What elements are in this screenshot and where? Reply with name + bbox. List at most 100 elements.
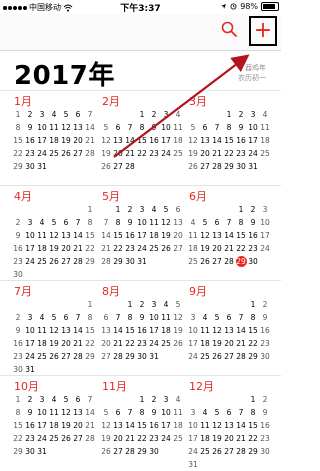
day-cell[interactable]: 18 — [199, 432, 211, 445]
day-cell[interactable]: 18 — [36, 242, 48, 255]
month-3[interactable]: 3月 1 2 3 4 5 6 7 8 9 10 11 12 13 14 15 16 17 18 19 20 21 22 23 2… — [187, 93, 272, 173]
day-cell[interactable]: 30 — [259, 350, 271, 363]
day-cell[interactable]: 6 — [100, 311, 112, 324]
day-cell[interactable]: 9 — [235, 121, 247, 134]
day-cell[interactable]: 21 — [223, 242, 235, 255]
day-cell[interactable]: 15 — [247, 324, 259, 337]
day-cell[interactable]: 28 — [223, 255, 235, 268]
day-cell[interactable]: 4 — [48, 108, 60, 121]
day-cell[interactable]: 31 — [247, 160, 259, 173]
day-cell[interactable]: 23 — [24, 432, 36, 445]
month-6[interactable]: 6月 1 2 3 4 5 6 7 8 9 10 11 12 13 14 15 16 17 18 19 20 21 22 23 2… — [187, 188, 272, 268]
day-cell[interactable]: 24 — [187, 445, 199, 458]
day-cell[interactable]: 28 — [100, 255, 112, 268]
day-cell[interactable]: 10 — [36, 121, 48, 134]
day-cell[interactable]: 15 — [12, 134, 24, 147]
day-cell[interactable]: 28 — [84, 432, 96, 445]
day-cell[interactable]: 25 — [36, 255, 48, 268]
day-cell[interactable]: 29 — [136, 445, 148, 458]
day-cell[interactable]: 3 — [24, 311, 36, 324]
day-cell[interactable]: 31 — [187, 458, 199, 471]
day-cell[interactable]: 24 — [36, 432, 48, 445]
day-cell[interactable]: 1 — [112, 203, 124, 216]
day-cell[interactable]: 22 — [84, 337, 96, 350]
day-cell[interactable]: 11 — [172, 121, 184, 134]
day-cell[interactable]: 1 — [124, 298, 136, 311]
day-cell[interactable]: 18 — [160, 324, 172, 337]
day-cell[interactable]: 9 — [259, 311, 271, 324]
day-cell[interactable]: 16 — [12, 242, 24, 255]
day-cell[interactable]: 3 — [24, 216, 36, 229]
day-cell[interactable]: 2 — [247, 203, 259, 216]
day-cell[interactable]: 13 — [100, 324, 112, 337]
day-cell[interactable]: 8 — [12, 121, 24, 134]
day-cell[interactable]: 13 — [199, 134, 211, 147]
day-cell[interactable]: 25 — [187, 255, 199, 268]
day-cell[interactable]: 8 — [223, 121, 235, 134]
day-cell[interactable]: 12 — [60, 406, 72, 419]
day-cell[interactable]: 30 — [235, 160, 247, 173]
day-cell[interactable]: 19 — [48, 242, 60, 255]
day-cell[interactable]: 8 — [124, 311, 136, 324]
day-cell[interactable]: 27 — [100, 350, 112, 363]
day-cell[interactable]: 19 — [199, 242, 211, 255]
month-1[interactable]: 1月 1 2 3 4 5 6 7 8 9 10 11 12 13 14 15 16 17 18 19 20 21 22 23 2… — [12, 93, 97, 173]
day-cell[interactable]: 29 — [84, 350, 96, 363]
day-cell[interactable]: 15 — [124, 324, 136, 337]
day-cell[interactable]: 16 — [148, 419, 160, 432]
day-cell[interactable]: 23 — [235, 147, 247, 160]
day-cell[interactable]: 5 — [211, 311, 223, 324]
day-cell[interactable]: 23 — [259, 337, 271, 350]
month-4[interactable]: 4月 1 2 3 4 5 6 7 8 9 10 11 12 13 14 15 16 17 18 19 20 21 22 23 2… — [12, 188, 97, 281]
day-cell[interactable]: 5 — [199, 216, 211, 229]
day-cell[interactable]: 16 — [259, 419, 271, 432]
day-cell[interactable]: 14 — [100, 229, 112, 242]
day-cell[interactable]: 12 — [172, 311, 184, 324]
day-cell[interactable]: 20 — [72, 134, 84, 147]
day-cell[interactable]: 9 — [136, 311, 148, 324]
day-cell[interactable]: 26 — [48, 350, 60, 363]
day-cell[interactable]: 8 — [136, 406, 148, 419]
day-cell[interactable]: 24 — [160, 432, 172, 445]
month-12[interactable]: 12月 1 2 3 4 5 6 7 8 9 10 11 12 13 14 15 16 17 18 19 20 21 22 23… — [187, 378, 272, 471]
day-cell[interactable]: 28 — [235, 445, 247, 458]
day-cell[interactable]: 17 — [36, 419, 48, 432]
day-cell[interactable]: 26 — [172, 337, 184, 350]
day-cell[interactable]: 18 — [48, 134, 60, 147]
day-cell[interactable]: 3 — [36, 108, 48, 121]
day-cell[interactable]: 24 — [148, 337, 160, 350]
day-cell[interactable]: 23 — [24, 147, 36, 160]
day-cell[interactable]: 22 — [12, 432, 24, 445]
day-cell[interactable]: 14 — [124, 419, 136, 432]
today-cell[interactable]: 29 — [235, 255, 247, 268]
day-cell[interactable]: 19 — [172, 324, 184, 337]
day-cell[interactable]: 5 — [187, 121, 199, 134]
day-cell[interactable]: 15 — [136, 134, 148, 147]
day-cell[interactable]: 12 — [187, 134, 199, 147]
day-cell[interactable]: 7 — [235, 406, 247, 419]
day-cell[interactable]: 16 — [124, 229, 136, 242]
day-cell[interactable]: 7 — [235, 311, 247, 324]
day-cell[interactable]: 16 — [259, 324, 271, 337]
day-cell[interactable]: 14 — [84, 121, 96, 134]
day-cell[interactable]: 28 — [211, 160, 223, 173]
add-event-button[interactable]: + — [249, 16, 277, 46]
day-cell[interactable]: 24 — [24, 255, 36, 268]
day-cell[interactable]: 12 — [160, 216, 172, 229]
day-cell[interactable]: 20 — [172, 229, 184, 242]
day-cell[interactable]: 17 — [187, 337, 199, 350]
day-cell[interactable]: 26 — [48, 255, 60, 268]
day-cell[interactable]: 12 — [48, 229, 60, 242]
day-cell[interactable]: 30 — [24, 160, 36, 173]
day-cell[interactable]: 10 — [148, 311, 160, 324]
day-cell[interactable]: 31 — [136, 255, 148, 268]
day-cell[interactable]: 7 — [84, 108, 96, 121]
day-cell[interactable]: 2 — [12, 311, 24, 324]
day-cell[interactable]: 13 — [223, 419, 235, 432]
day-cell[interactable]: 4 — [36, 216, 48, 229]
day-cell[interactable]: 17 — [187, 432, 199, 445]
day-cell[interactable]: 22 — [247, 432, 259, 445]
day-cell[interactable]: 9 — [148, 121, 160, 134]
day-cell[interactable]: 24 — [187, 350, 199, 363]
day-cell[interactable]: 1 — [84, 203, 96, 216]
